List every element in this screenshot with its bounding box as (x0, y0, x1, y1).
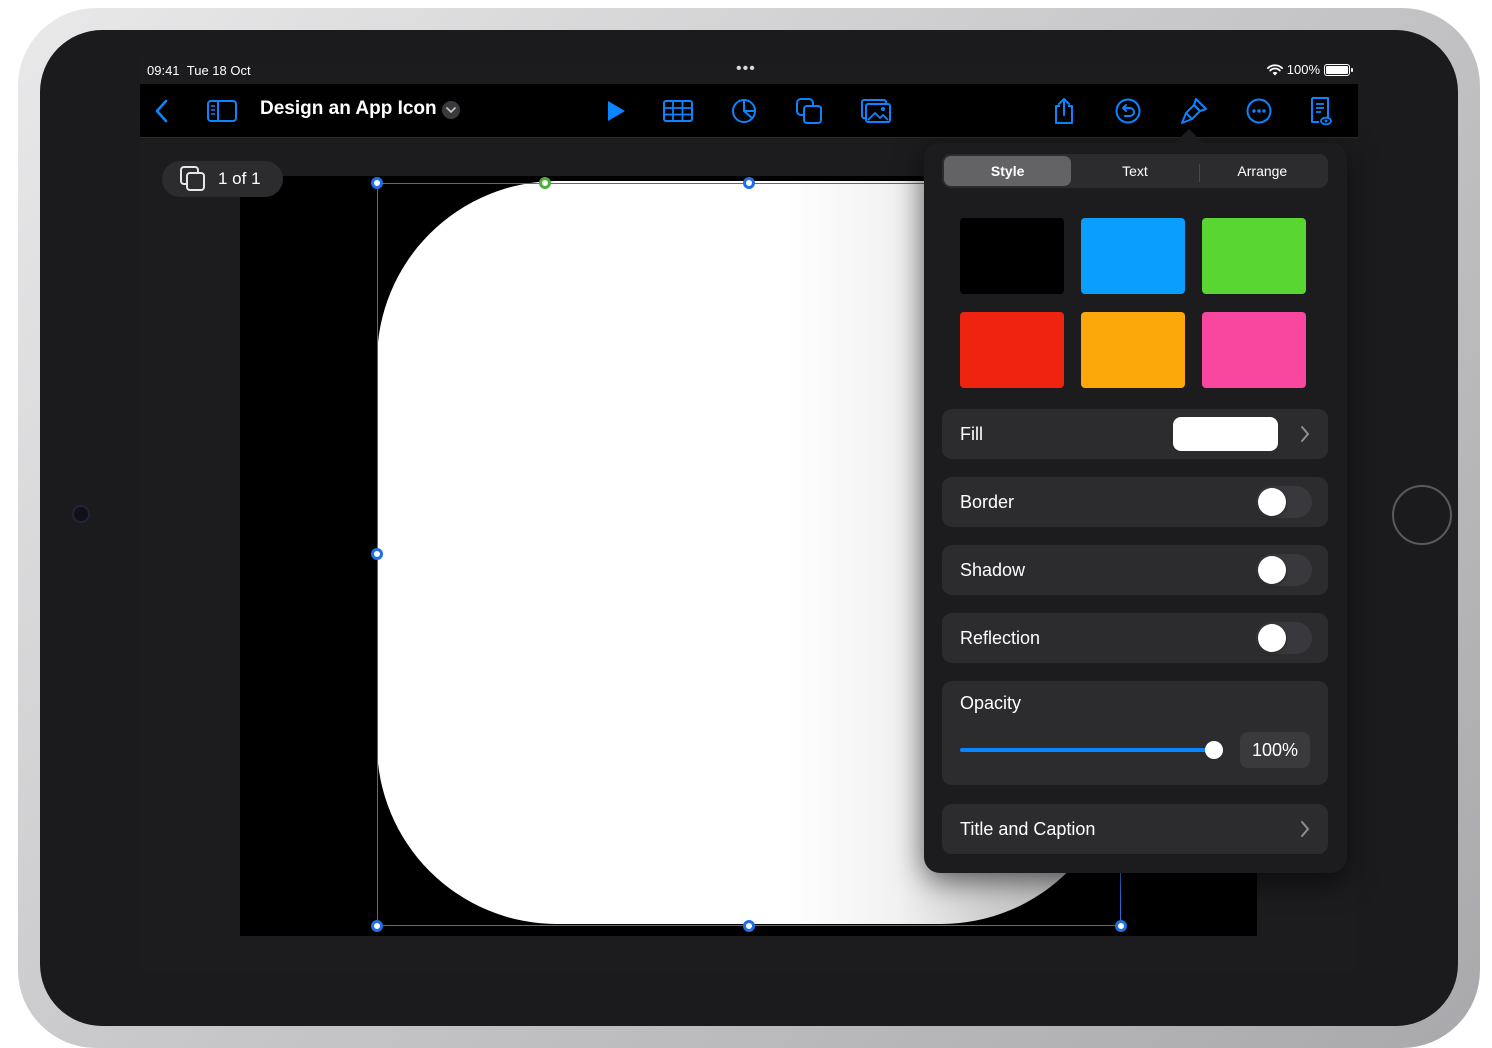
shadow-toggle[interactable] (1256, 554, 1312, 586)
camera-icon (72, 505, 90, 523)
format-brush-icon[interactable] (1177, 94, 1211, 128)
opacity-section: Opacity 100% (942, 681, 1328, 785)
border-row: Border (942, 477, 1328, 527)
status-right: 100% (1266, 62, 1353, 77)
tab-style[interactable]: Style (944, 156, 1072, 186)
chevron-right-icon (1301, 821, 1310, 837)
toolbar: Design an App Icon (140, 84, 1358, 138)
wifi-icon (1266, 63, 1283, 75)
shapes-icon[interactable] (792, 94, 826, 128)
style-swatch-black[interactable] (960, 218, 1064, 294)
chart-icon[interactable] (727, 94, 761, 128)
border-label: Border (960, 491, 1015, 512)
status-time-date: 09:41 Tue 18 Oct (147, 63, 251, 78)
status-bar: 09:41 Tue 18 Oct ••• 100% (140, 58, 1358, 84)
shadow-row: Shadow (942, 545, 1328, 595)
media-icon[interactable] (859, 94, 893, 128)
opacity-value-field[interactable]: 100% (1240, 732, 1310, 768)
title-chevron-down-icon[interactable] (442, 101, 460, 119)
sidebar-icon[interactable] (205, 94, 239, 128)
undo-icon[interactable] (1111, 94, 1145, 128)
battery-percentage: 100% (1286, 62, 1320, 77)
resize-handle-left[interactable] (371, 548, 383, 560)
corner-radius-handle[interactable] (539, 177, 551, 189)
table-icon[interactable] (661, 94, 695, 128)
shadow-label: Shadow (960, 559, 1026, 580)
title-caption-label: Title and Caption (960, 818, 1096, 839)
format-popover: Style Text Arrange Fill Border Shadow Re… (924, 143, 1347, 873)
fill-color-swatch[interactable] (1173, 417, 1278, 451)
reflection-toggle[interactable] (1256, 622, 1312, 654)
reflection-label: Reflection (960, 627, 1041, 648)
resize-handle-top-left[interactable] (371, 177, 383, 189)
pages-icon (180, 166, 205, 191)
format-tabs: Style Text Arrange (942, 154, 1328, 188)
opacity-slider-thumb[interactable] (1205, 741, 1223, 759)
presenter-notes-icon[interactable] (1304, 94, 1338, 128)
border-toggle[interactable] (1256, 486, 1312, 518)
tab-text[interactable]: Text (1071, 156, 1198, 186)
battery-icon (1324, 63, 1353, 76)
tab-arrange[interactable]: Arrange (1198, 156, 1326, 186)
multitasking-dots[interactable]: ••• (736, 60, 756, 78)
page-indicator-label: 1 of 1 (218, 169, 261, 188)
share-icon[interactable] (1047, 94, 1081, 128)
fill-row[interactable]: Fill (942, 409, 1328, 459)
style-swatch-blue[interactable] (1081, 218, 1185, 294)
more-icon[interactable] (1242, 94, 1276, 128)
back-icon[interactable] (145, 94, 179, 128)
document-title[interactable]: Design an App Icon (260, 98, 437, 120)
fill-label: Fill (960, 423, 983, 444)
resize-handle-bottom-right[interactable] (1115, 920, 1127, 932)
opacity-slider-fill (960, 748, 1214, 752)
style-swatch-grid (960, 218, 1306, 388)
resize-handle-bottom-left[interactable] (371, 920, 383, 932)
style-swatch-pink[interactable] (1202, 312, 1306, 388)
chevron-right-icon (1301, 426, 1310, 442)
resize-handle-bottom[interactable] (743, 920, 755, 932)
style-swatch-red[interactable] (960, 312, 1064, 388)
resize-handle-top[interactable] (743, 177, 755, 189)
title-caption-row[interactable]: Title and Caption (942, 804, 1328, 854)
opacity-label: Opacity (960, 693, 1022, 713)
play-icon[interactable] (599, 94, 633, 128)
opacity-slider[interactable] (960, 741, 1223, 759)
style-swatch-orange[interactable] (1081, 312, 1185, 388)
style-swatch-green[interactable] (1202, 218, 1306, 294)
page-indicator[interactable]: 1 of 1 (162, 161, 283, 197)
reflection-row: Reflection (942, 613, 1328, 663)
home-button[interactable] (1392, 485, 1452, 545)
